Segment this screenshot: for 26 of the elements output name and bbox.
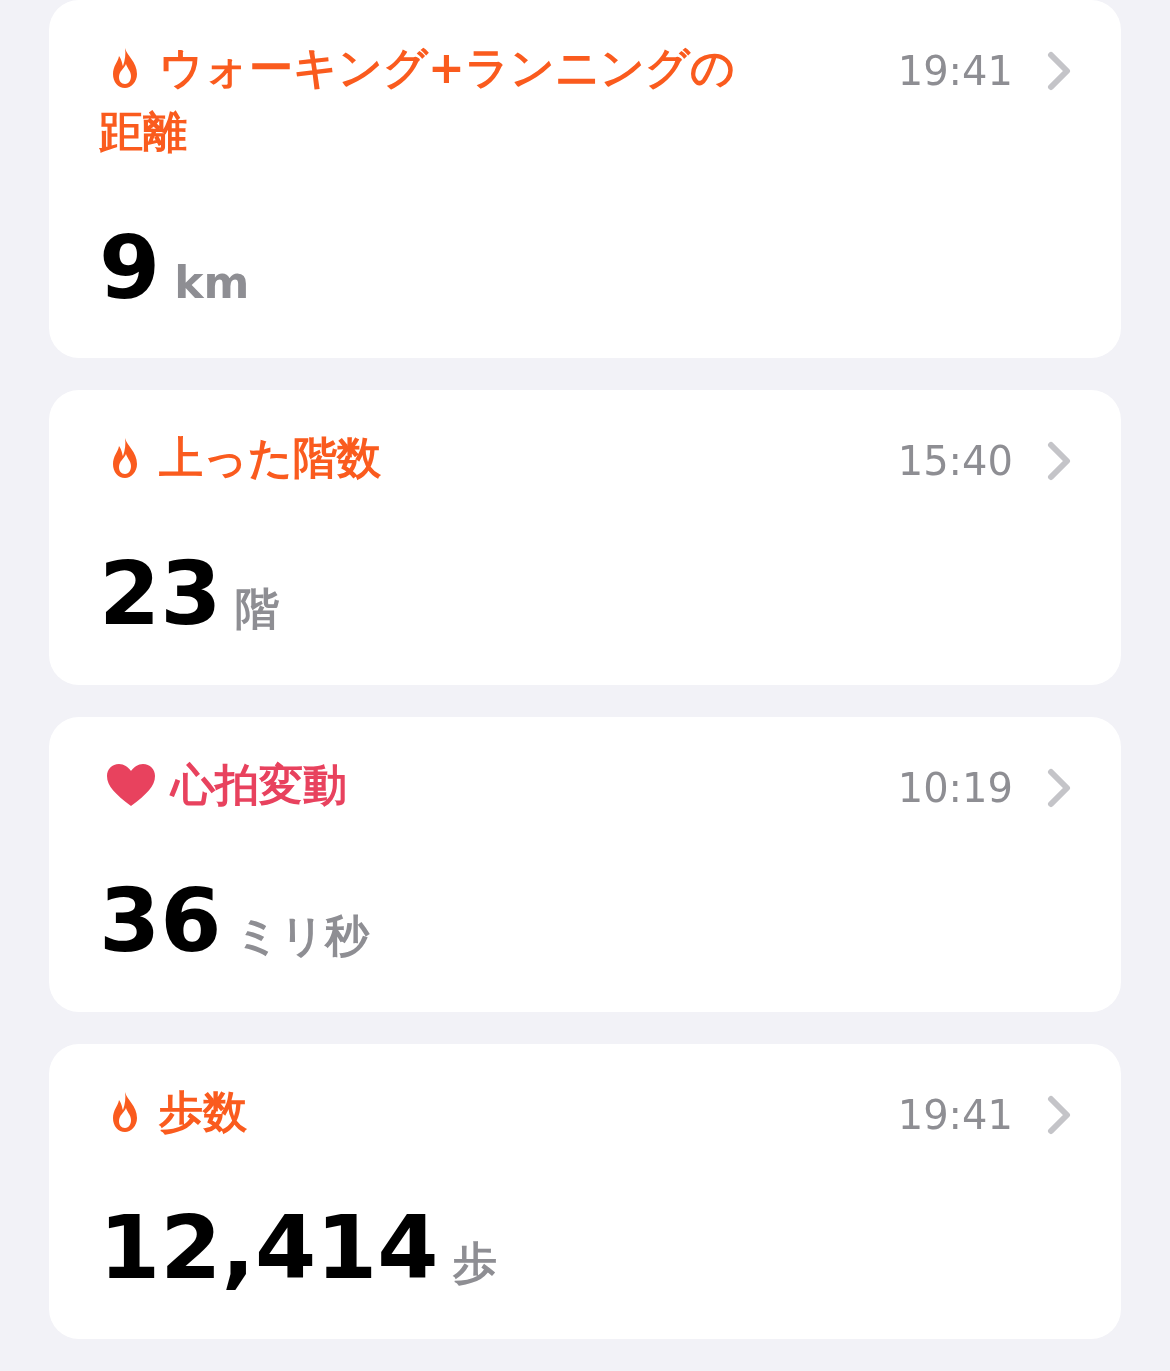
card-background[interactable]: 歩数 19:41 12,414 歩 [49, 1044, 1121, 1339]
chevron-icon [1047, 51, 1071, 91]
card-title: 歩数 [159, 1085, 247, 1139]
card-title: 距離 [99, 105, 188, 159]
card-title: 心拍変動 [171, 758, 347, 812]
timestamp: 19:41 [897, 1092, 1013, 1138]
metric-unit: 階 [235, 582, 280, 636]
card-background[interactable]: 上った階数 15:40 23 階 [49, 390, 1121, 685]
metric-value: 9 [99, 224, 161, 312]
card-background[interactable]: ウォーキング+ランニングの 距離 19:41 9 km [49, 0, 1121, 358]
metric-unit: 歩 [452, 1236, 497, 1290]
heart-icon [105, 762, 157, 808]
timestamp: 15:40 [897, 438, 1013, 484]
card-title: 上った階数 [159, 431, 381, 485]
metric-value: 12,414 [99, 1204, 439, 1292]
chevron-icon [1047, 1095, 1071, 1135]
timestamp: 19:41 [897, 48, 1013, 94]
chevron-icon [1047, 768, 1071, 808]
timestamp: 10:19 [897, 765, 1013, 811]
metric-unit: ミリ秒 [235, 909, 370, 963]
chevron-icon [1047, 441, 1071, 481]
metric-value: 23 [99, 550, 222, 638]
metric-unit: km [174, 257, 250, 308]
metric-value: 36 [99, 877, 222, 965]
card-background[interactable]: 心拍変動 10:19 36 ミリ秒 [49, 717, 1121, 1012]
card-title: ウォーキング+ランニングの [159, 41, 735, 95]
